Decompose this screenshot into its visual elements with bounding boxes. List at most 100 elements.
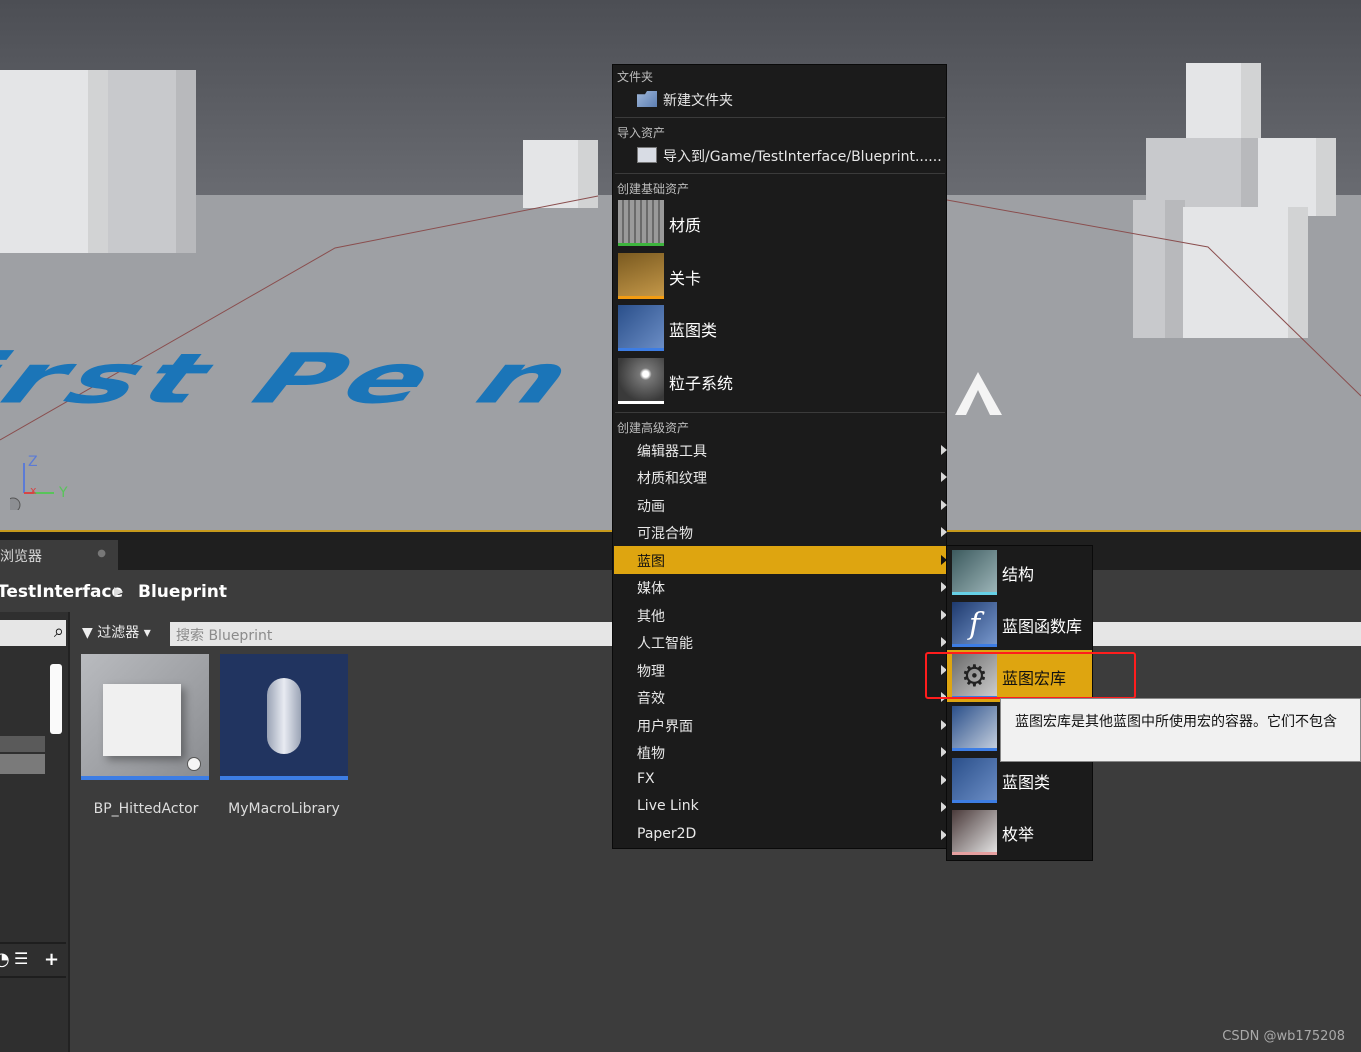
create-blueprint-class-item[interactable]: 蓝图类 [618,305,944,353]
separator [615,173,945,174]
function-library-accent [952,644,997,647]
breadcrumb-arrow-icon[interactable]: ▶ [114,584,123,598]
menu-fx[interactable]: FX [614,766,947,794]
menu-item-label: Live Link [637,798,699,814]
add-icon[interactable]: + [44,949,59,970]
list-view-icon[interactable]: ☰ [14,949,28,968]
filter-button[interactable]: ▼ 过滤器 ▾ [82,622,151,642]
menu-item-label: 编辑器工具 [637,444,707,460]
axis-gizmo [10,463,54,510]
particle-system-label: 粒子系统 [669,374,734,393]
import-item[interactable]: 导入到/Game/TestInterface/Blueprint...... [637,146,942,166]
menu-item-label: 音效 [637,691,665,707]
create-material-item[interactable]: 材质 [618,200,944,248]
level-accent [618,296,664,299]
menu-editor-tools[interactable]: 编辑器工具 [614,436,947,464]
struct-accent [952,592,997,595]
menu-media[interactable]: 媒体 [614,573,947,601]
tooltip: 蓝图宏库是其他蓝图中所使用宏的容器。它们不包含 [1000,698,1361,762]
section-folder-header: 文件夹 [617,70,654,84]
struct-icon [952,550,997,595]
search-icon[interactable]: ⌕ [54,621,64,642]
folder-toolbar: ◔ ☰ + [0,942,66,978]
separator [615,412,945,413]
folder-tree-panel: ⌕ ◔ ☰ + [0,612,70,1052]
highlight-box [925,652,1136,699]
breadcrumb-testinterface[interactable]: TestInterface [0,582,123,602]
folder-item-selected[interactable] [0,754,45,774]
menu-animation[interactable]: 动画 [614,491,947,519]
menu-blendables[interactable]: 可混合物 [614,518,947,546]
create-level-item[interactable]: 关卡 [618,253,944,301]
submenu-label: 枚举 [1002,825,1035,844]
new-folder-item[interactable]: 新建文件夹 [637,90,733,110]
enum-icon [952,810,997,855]
menu-foliage[interactable]: 植物 [614,738,947,766]
filter-icon: ▼ [82,625,93,641]
menu-live-link[interactable]: Live Link [614,793,947,821]
tab-label: 浏览器 [0,549,42,565]
menu-physics[interactable]: 物理 [614,656,947,684]
create-particle-system-item[interactable]: 粒子系统 [618,358,944,406]
asset-name: BP_HittedActor [93,801,199,817]
menu-ai[interactable]: 人工智能 [614,628,947,656]
menu-item-label: FX [637,771,655,787]
chevron-down-icon: ▾ [143,625,151,641]
menu-user-interface[interactable]: 用户界面 [614,711,947,739]
submenu-label: 蓝图类 [1002,773,1051,792]
import-label: 导入到/Game/TestInterface/Blueprint...... [663,149,942,165]
menu-sounds[interactable]: 音效 [614,683,947,711]
menu-item-label: 蓝图 [637,554,665,570]
section-import-header: 导入资产 [617,126,666,140]
menu-item-label: 用户界面 [637,719,693,735]
submenu-function-library[interactable]: f 蓝图函数库 [947,598,1092,650]
menu-materials-textures[interactable]: 材质和纹理 [614,463,947,491]
blueprint-class-label: 蓝图类 [669,321,718,340]
unreal-editor: irst Pe n Te Z Y x 浏览器 ● TestInterface ▶… [0,0,1361,1052]
folder-scrollbar[interactable] [50,664,62,734]
menu-paper2d[interactable]: Paper2D [614,821,947,849]
material-icon [618,200,664,246]
new-folder-label: 新建文件夹 [663,93,733,109]
section-basic-header: 创建基础资产 [617,182,690,196]
blueprint-class-icon [618,305,664,351]
folder-search-input[interactable]: ⌕ [0,620,66,646]
blueprint-class-icon [952,758,997,803]
menu-blueprint[interactable]: 蓝图 [614,546,947,574]
submenu-arrow-icon [941,527,947,537]
content-browser-tab[interactable]: 浏览器 ● [0,540,118,570]
asset-tile[interactable] [220,654,348,780]
material-accent [618,243,664,246]
cube-icon [103,684,181,756]
menu-item-label: 其他 [637,609,665,625]
blueprint-class-accent [952,800,997,803]
import-icon [637,147,657,163]
menu-item-label: 动画 [637,499,665,515]
submenu-struct[interactable]: 结构 [947,546,1092,598]
level-icon [618,253,664,299]
enum-accent [952,852,997,855]
menu-misc[interactable]: 其他 [614,601,947,629]
breadcrumb-blueprint[interactable]: Blueprint [138,582,227,602]
blueprint-interface-accent [952,748,997,751]
tab-close-icon[interactable]: ● [97,548,106,559]
menu-item-label: 物理 [637,664,665,680]
new-folder-icon [637,91,657,107]
sphere-icon [187,757,201,771]
menu-item-label: 可混合物 [637,526,693,542]
asset-name: MyMacroLibrary [228,801,340,817]
blueprint-class-accent [618,348,664,351]
asset-thumbnail [81,654,209,776]
blueprint-interface-icon [952,706,997,751]
material-label: 材质 [669,216,702,235]
context-menu: 文件夹 新建文件夹 导入资产 导入到/Game/TestInterface/Bl… [612,64,947,849]
axis-y-label: Y [59,485,68,501]
submenu-label: 蓝图函数库 [1002,617,1083,636]
axis-z-label: Z [28,454,38,470]
history-icon[interactable]: ◔ [0,949,10,970]
submenu-enum[interactable]: 枚举 [947,806,1092,858]
asset-tile[interactable] [81,654,209,780]
menu-item-label: 植物 [637,746,665,762]
menu-item-label: 人工智能 [637,636,693,652]
folder-item[interactable] [0,736,45,752]
